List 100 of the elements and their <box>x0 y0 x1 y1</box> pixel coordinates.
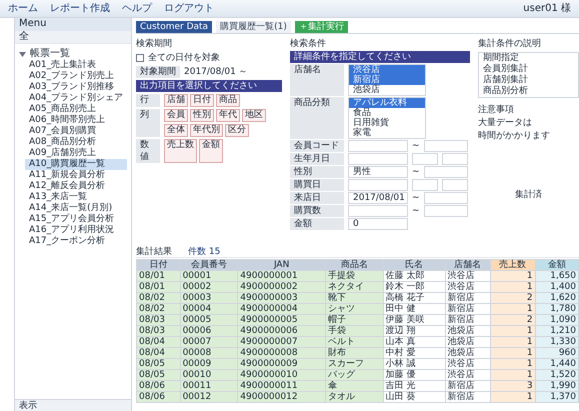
expand-icon[interactable] <box>19 50 26 58</box>
column-header[interactable]: 金額 <box>535 260 578 270</box>
tree-item[interactable]: A12_離反会員分析 <box>25 181 127 192</box>
tab[interactable]: Customer Data <box>136 20 212 32</box>
tree-item[interactable]: A08_商品別分析 <box>25 137 127 148</box>
tab[interactable]: 購買履歴一覧(1) <box>216 20 291 32</box>
field-chip[interactable]: 店舗 <box>164 94 188 107</box>
field-chip[interactable]: 区分 <box>225 124 249 137</box>
field-chip[interactable]: 売上数 <box>164 139 197 163</box>
table-cell: 吉田 光 <box>383 380 445 392</box>
table-cell: 池袋店 <box>445 326 490 336</box>
input-field[interactable] <box>348 179 408 191</box>
checkbox[interactable] <box>136 54 144 62</box>
range-separator: ~ <box>412 192 420 204</box>
field-chip[interactable]: 商品 <box>216 94 240 107</box>
tree-item[interactable]: A09_店舗別売上 <box>25 148 127 159</box>
toolbar-link[interactable]: ホーム <box>8 2 38 14</box>
table-cell: 新宿店 <box>445 380 490 392</box>
tree-item[interactable]: A15_アプリ会員分析 <box>25 214 127 225</box>
field-chip[interactable]: 会員 <box>164 109 188 122</box>
tree-item[interactable]: A07_会員別購買 <box>25 126 127 137</box>
list-option[interactable]: 日用雑貨 <box>349 118 425 128</box>
caution-line: 時間がかかります <box>478 131 551 142</box>
tree-item[interactable]: A14_来店一覧(月別) <box>25 203 127 214</box>
field-chip[interactable]: 性別 <box>190 109 214 122</box>
list-option[interactable]: 食品 <box>349 108 425 118</box>
column-header[interactable]: 商品名 <box>325 260 384 270</box>
input-field[interactable]: 2017/08/01 <box>348 192 408 204</box>
table-cell: 渋谷店 <box>445 358 490 370</box>
tree-item[interactable]: A06_時間帯別売上 <box>25 115 127 126</box>
tree-item[interactable]: A11_新規会員分析 <box>25 170 127 181</box>
tree-item[interactable]: A02_ブランド別売上 <box>25 71 127 82</box>
field-label: 来店日 <box>290 192 344 204</box>
tree-item[interactable]: A16_アプリ利用状況 <box>25 225 127 236</box>
field-label: 金額 <box>290 218 344 230</box>
table-cell: 08/05 <box>136 370 180 380</box>
list-option[interactable]: 家電 <box>349 128 425 138</box>
section-header: 出力項目を選択してください <box>136 80 282 92</box>
input-field[interactable] <box>412 153 438 165</box>
field-chip[interactable]: 年代別 <box>190 124 223 137</box>
input-field[interactable] <box>442 153 468 165</box>
input-field[interactable] <box>348 153 408 165</box>
note-line: 商品別分析 <box>483 86 529 97</box>
field-chip[interactable]: 日付 <box>190 94 214 107</box>
field-label: 店舗名 <box>290 64 344 96</box>
list-option[interactable]: 新宿店 <box>349 75 425 85</box>
tree-item[interactable]: A10_購買履歴一覧 <box>25 159 127 170</box>
tree-item[interactable]: A17_クーポン分析 <box>25 236 127 247</box>
table-cell: 4900000001 <box>238 270 326 282</box>
table-cell: 小林 誠 <box>383 358 445 370</box>
result-count: 件数 15 <box>188 246 220 258</box>
tree-filter[interactable]: 全 <box>15 31 131 44</box>
period-label: 検索期間 <box>136 38 173 50</box>
table-cell: 帽子 <box>325 314 384 326</box>
table-cell: 新宿店 <box>445 392 490 402</box>
input-field[interactable] <box>424 192 468 204</box>
toolbar-link[interactable]: ヘルプ <box>122 2 152 14</box>
list-option[interactable]: 池袋店 <box>349 85 425 95</box>
list-option[interactable]: アパレル衣料 <box>349 98 425 108</box>
list-option[interactable]: 渋谷店 <box>349 65 425 75</box>
input-field[interactable] <box>424 140 468 152</box>
input-field[interactable]: 0 <box>348 218 408 230</box>
input-field[interactable] <box>348 140 408 152</box>
note-line: 期間指定 <box>483 53 520 64</box>
input-field[interactable] <box>412 179 438 191</box>
field-chip[interactable]: 全体 <box>164 124 188 137</box>
input-field[interactable]: 男性 <box>348 166 408 178</box>
column-header[interactable]: JAN <box>238 260 326 270</box>
tree-item[interactable]: A03_ブランド別推移 <box>25 82 127 93</box>
list-box[interactable]: 渋谷店 新宿店 池袋店 <box>348 64 426 96</box>
list-box[interactable]: アパレル衣料 食品 日用雑貨 家電 <box>348 97 426 139</box>
field-chip[interactable]: 地区 <box>242 109 266 122</box>
field-chip[interactable]: 年代 <box>216 109 240 122</box>
column-header[interactable]: 店舗名 <box>445 260 490 270</box>
column-header[interactable]: 氏名 <box>383 260 445 270</box>
tree-item[interactable]: 帳票一覧 <box>30 48 70 60</box>
results-title: 集計結果 <box>136 246 172 258</box>
tree-item[interactable]: A04_ブランド別シェア <box>25 93 127 104</box>
input-field[interactable] <box>424 205 468 217</box>
input-field[interactable] <box>348 205 408 217</box>
field-label: 生年月日 <box>290 153 344 165</box>
input-field[interactable] <box>442 179 468 191</box>
table-cell: 4900000009 <box>238 358 326 370</box>
table-cell: 4900000004 <box>238 304 326 314</box>
column-header[interactable]: 会員番号 <box>180 260 238 270</box>
input-field[interactable] <box>424 166 468 178</box>
toolbar-link[interactable]: レポート作成 <box>50 2 110 14</box>
column-header[interactable]: 日付 <box>136 260 180 270</box>
tree-item[interactable]: A13_来店一覧 <box>25 192 127 203</box>
table-cell: 手袋 <box>325 326 384 336</box>
table-cell: 高橋 花子 <box>383 292 445 304</box>
table-cell: 08/01 <box>136 270 180 282</box>
sidebar-title: Menu <box>15 18 131 31</box>
table-cell: 池袋店 <box>445 348 490 358</box>
tree-item[interactable]: A01_売上集計表 <box>25 60 127 71</box>
toolbar-link[interactable]: ログアウト <box>164 2 214 14</box>
field-chip[interactable]: 金額 <box>199 139 223 163</box>
tree-item[interactable]: A05_商品別売上 <box>25 104 127 115</box>
range-separator: ~ <box>412 205 420 217</box>
column-header[interactable]: 売上数 <box>490 260 536 270</box>
